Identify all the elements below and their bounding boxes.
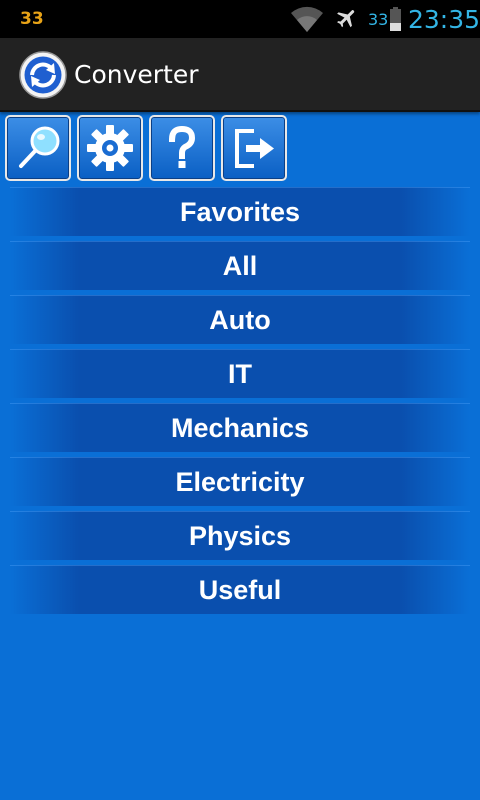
help-button[interactable] xyxy=(149,115,215,181)
gear-icon xyxy=(87,125,133,171)
category-favorites[interactable]: Favorites xyxy=(10,187,470,236)
category-mechanics[interactable]: Mechanics xyxy=(10,403,470,452)
category-all[interactable]: All xyxy=(10,241,470,290)
magnifier-icon xyxy=(19,126,60,168)
status-bar: 33 33 23:35 xyxy=(0,0,480,38)
category-physics[interactable]: Physics xyxy=(10,511,470,560)
battery-level-text: 33 xyxy=(368,10,389,29)
settings-button[interactable] xyxy=(77,115,143,181)
notification-count: 33 xyxy=(20,9,44,29)
category-useful[interactable]: Useful xyxy=(10,565,470,614)
airplane-mode-icon xyxy=(337,10,355,28)
toolbar xyxy=(5,115,305,181)
exit-button[interactable] xyxy=(221,115,287,181)
category-electricity[interactable]: Electricity xyxy=(10,457,470,506)
converter-app-icon[interactable] xyxy=(18,50,68,100)
app-title: Converter xyxy=(74,60,199,89)
category-auto[interactable]: Auto xyxy=(10,295,470,344)
battery-icon xyxy=(390,7,401,31)
category-it[interactable]: IT xyxy=(10,349,470,398)
wifi-icon xyxy=(291,6,323,32)
exit-icon xyxy=(235,129,274,168)
search-button[interactable] xyxy=(5,115,71,181)
action-bar: Converter xyxy=(0,38,480,112)
clock: 23:35 xyxy=(408,5,480,34)
question-mark-icon xyxy=(168,125,196,168)
